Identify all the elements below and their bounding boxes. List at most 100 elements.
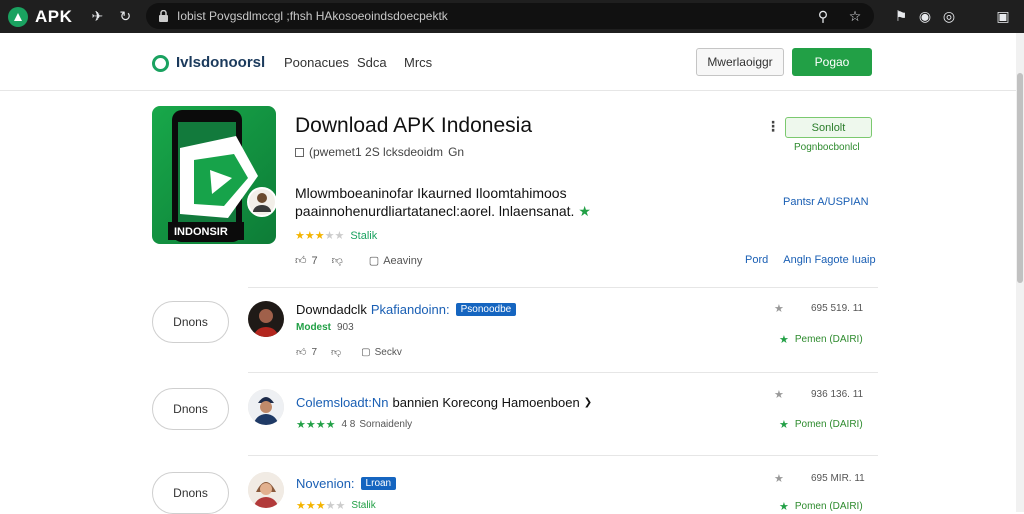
row-download-button[interactable]: Dnons [152, 388, 229, 430]
site-header: Ivlsdonoorsl Poonacues Sdca Mrcs Mwerlao… [0, 33, 1016, 91]
extension-icon[interactable]: ⚑ [890, 0, 912, 33]
row-subline: ★★★★ 4 8 Sornaidenly [296, 418, 412, 431]
hero-meta-more[interactable]: Gn [448, 145, 464, 159]
back-icon[interactable]: ✈ [86, 8, 108, 25]
hero-icon-caption: INDONSIR [174, 226, 228, 238]
row-status: ★ Pomen (DAIRI) [779, 500, 863, 513]
dislike-icon[interactable]: 👎︎ [331, 346, 341, 358]
avatar[interactable] [248, 301, 284, 337]
more-options-icon[interactable]: ⋮ [766, 118, 780, 135]
avatar[interactable] [248, 389, 284, 425]
like-count: 7 [311, 254, 318, 267]
hero-right-links: Pord Angln Fagote Iuaip [745, 254, 876, 266]
row-number: 695 MIR. 11 [811, 473, 865, 484]
app-hero-icon: INDONSIR [152, 106, 276, 244]
like-icon[interactable]: 👍︎ [296, 346, 306, 358]
settings-icon[interactable]: ◎ [938, 0, 960, 33]
sidebar-toggle-icon[interactable]: ▣ [992, 0, 1014, 33]
hero-actions: 👍︎ 7 👎︎ ▢ Aeaviny [295, 254, 422, 268]
row-sub-label: Stalik [351, 500, 376, 511]
reload-icon[interactable]: ↻ [114, 8, 136, 25]
row-sub-label: Sornaidenly [359, 419, 413, 430]
row-status: ★ Pomen (DAIRI) [779, 418, 863, 431]
dislike-icon[interactable]: 👎︎ [332, 254, 343, 267]
row-download-button[interactable]: Dnons [152, 472, 229, 514]
like-icon[interactable]: 👍︎ [295, 254, 307, 267]
row-number: 695 519. 11 [811, 303, 864, 314]
row-status-text: Pemen (DAIRI) [794, 334, 863, 345]
bookmark-star-icon[interactable]: ☆ [844, 8, 866, 25]
row-subline: Modest 903 [296, 322, 354, 333]
page-title: Download APK Indonesia [295, 114, 532, 137]
chevron-right-icon[interactable]: ❯ [584, 397, 592, 408]
rating-stars-icon: ★★★★ [296, 419, 336, 431]
hero-meta-text: (pwemet1 2S lcksdeoidm [309, 145, 444, 159]
row-title-primary[interactable]: bannien Korecong Hamoenboen [393, 395, 580, 410]
browser-toolbar: APK ✈ ↻ Iobist Povgsdlmccgl ;fhsh HAkoso… [0, 0, 1024, 33]
comment-icon[interactable]: ▢ [361, 347, 370, 358]
row-status-text: Pomen (DAIRI) [794, 501, 863, 512]
rating-stars-icon: ★★★★★ [296, 500, 346, 512]
hero-rating: ★★★★★ Stalik [295, 229, 378, 243]
row-status: ★ Pemen (DAIRI) [779, 333, 863, 346]
row-title-link[interactable]: Pkafiandoinn: [371, 302, 450, 317]
row-sub-value: 4 8 [341, 419, 356, 430]
favorite-star-icon[interactable]: ★ [774, 472, 784, 485]
url-text: Iobist Povgsdlmccgl ;fhsh HAkosoeoindsdo… [177, 9, 448, 23]
rating-stars-icon: ★★★★★ [295, 230, 345, 242]
row-divider [248, 372, 878, 373]
row-download-button[interactable]: Dnons [152, 301, 229, 343]
site-name[interactable]: Ivlsdonoorsl [176, 54, 265, 71]
app-logo-icon [8, 6, 28, 27]
address-bar[interactable]: Iobist Povgsdlmccgl ;fhsh HAkosoeoindsdo… [146, 3, 874, 29]
row-subline: ★★★★★ Stalik [296, 499, 376, 512]
row-title[interactable]: Novenion: Lroan [296, 476, 397, 491]
rating-label: Stalik [350, 229, 378, 242]
site-logo-icon[interactable] [152, 55, 169, 72]
favorite-star-icon[interactable]: ★ [774, 388, 784, 401]
header-primary-button[interactable]: Pogao [792, 48, 872, 76]
row-title[interactable]: Downdadclk Pkafiandoinn: Psonoodbe [296, 302, 517, 317]
lock-icon [159, 10, 168, 22]
row-divider [248, 287, 878, 288]
side-note: Pognbocbonlcl [794, 142, 860, 153]
row-sub-label: Modest [296, 322, 331, 333]
nav-link-3[interactable]: Mrcs [404, 55, 432, 70]
hero-description-text: Mlowmboeaninofar Ikaurned Iloomtahimoos … [295, 185, 575, 219]
green-star-icon: ★ [779, 419, 789, 431]
verified-star-icon: ★ [578, 203, 591, 219]
side-action-button[interactable]: Sonlolt [785, 117, 872, 138]
row-title-primary[interactable]: Downdadclk [296, 302, 367, 317]
row-title-link[interactable]: Novenion: [296, 476, 355, 491]
profile-icon[interactable]: ◉ [914, 0, 936, 33]
row-status-text: Pomen (DAIRI) [794, 419, 863, 430]
scrollbar-thumb[interactable] [1017, 73, 1023, 283]
row-number: 936 136. 11 [811, 389, 864, 400]
green-star-icon: ★ [779, 501, 789, 513]
row-actions: 👍︎ 7 👎︎ ▢ Seckv [296, 346, 402, 359]
brand-name: APK [35, 6, 73, 26]
row-sub-value: 903 [337, 322, 354, 333]
right-link-2[interactable]: Angln Fagote Iuaip [783, 254, 875, 266]
status-badge: Psonoodbe [455, 303, 517, 316]
like-count: 7 [311, 346, 318, 358]
hero-meta: (pwemet1 2S lcksdeoidm Gn [295, 145, 464, 159]
green-star-icon: ★ [779, 334, 789, 346]
hero-description: Mlowmboeaninofar Ikaurned Iloomtahimoos … [295, 184, 735, 220]
page-scrollbar[interactable] [1016, 33, 1024, 512]
nav-link-2[interactable]: Sdca [357, 55, 387, 70]
avatar[interactable] [248, 472, 284, 508]
status-badge: Lroan [360, 477, 397, 490]
row-title-link[interactable]: Colemsloadt:Nn [296, 395, 389, 410]
comment-icon[interactable]: ▢ [369, 254, 379, 267]
header-outline-button[interactable]: Mwerlaoiggr [696, 48, 784, 76]
favorite-star-icon[interactable]: ★ [774, 302, 784, 315]
comment-label[interactable]: Aeaviny [383, 255, 422, 267]
right-link-1[interactable]: Pord [745, 254, 768, 266]
nav-link-1[interactable]: Poonacues [284, 55, 349, 70]
side-link[interactable]: Pantsr A/USPIAN [783, 196, 869, 208]
info-icon [295, 147, 304, 157]
search-icon[interactable]: ⚲ [812, 8, 834, 25]
comment-label[interactable]: Seckv [375, 347, 402, 358]
row-title[interactable]: Colemsloadt:Nn bannien Korecong Hamoenbo… [296, 395, 592, 410]
